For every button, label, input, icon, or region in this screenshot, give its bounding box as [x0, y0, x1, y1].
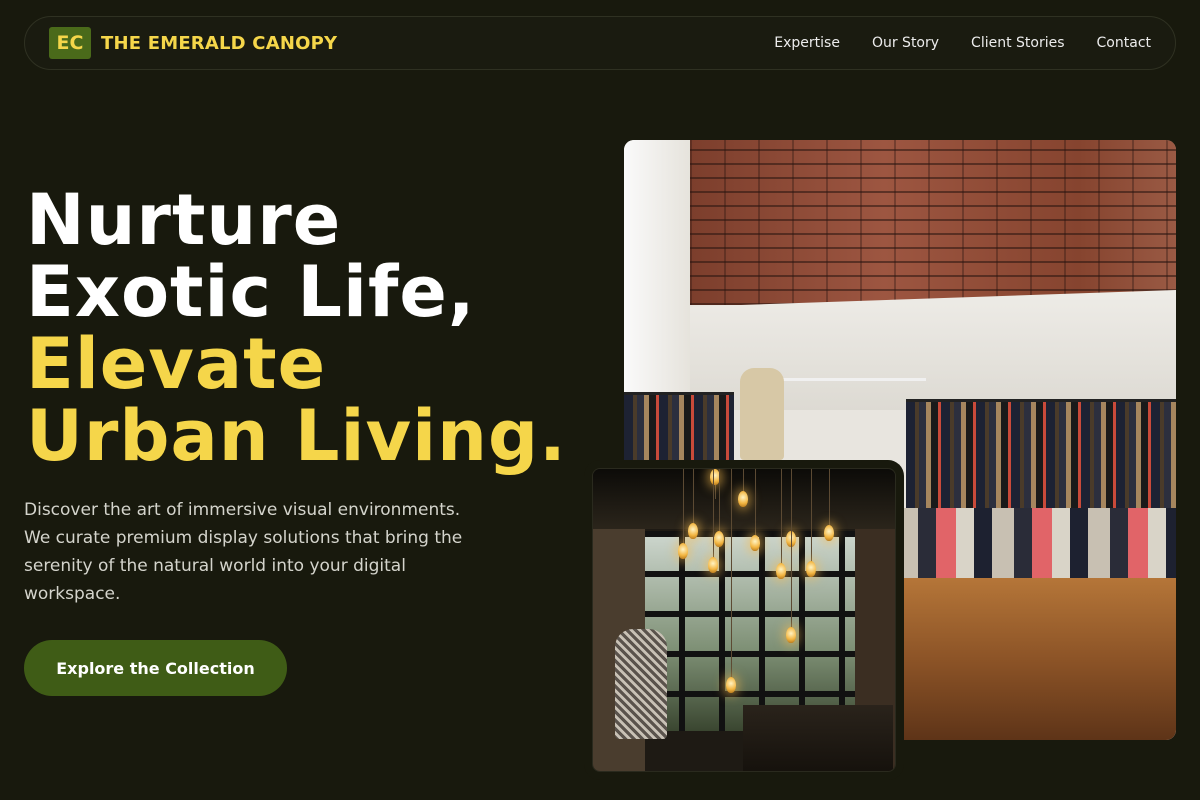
bulb-icon [786, 627, 796, 643]
nav-link-client-stories[interactable]: Client Stories [971, 35, 1064, 51]
explore-collection-button[interactable]: Explore the Collection [24, 640, 287, 696]
cord [683, 469, 684, 545]
logo-mark: EC [49, 27, 91, 59]
nav-link-expertise[interactable]: Expertise [774, 35, 840, 51]
top-nav: EC THE EMERALD CANOPY Expertise Our Stor… [24, 16, 1176, 70]
nav-link-our-story[interactable]: Our Story [872, 35, 939, 51]
cord [755, 469, 756, 535]
cord [713, 469, 714, 559]
cord [731, 469, 732, 679]
display-table [896, 508, 1176, 578]
brick-wall [690, 140, 1176, 305]
brand-name: THE EMERALD CANOPY [101, 32, 338, 54]
headline-line-1: Nurture [26, 179, 342, 261]
headline-line-4: Urban Living. [26, 395, 567, 477]
pillar [624, 140, 690, 400]
bulb-icon [750, 535, 760, 551]
bulb-icon [806, 561, 816, 577]
cord [791, 469, 792, 629]
headline-line-2: Exotic Life, [26, 251, 476, 333]
bulb-icon [726, 677, 736, 693]
cord [719, 469, 720, 531]
nav-links: Expertise Our Story Client Stories Conta… [774, 35, 1151, 51]
cafe-lights-image [592, 468, 896, 772]
coat-display [615, 629, 667, 739]
cafe-tables [743, 705, 893, 771]
bulb-icon [776, 563, 786, 579]
bulb-icon [688, 523, 698, 539]
window [645, 531, 875, 731]
cord [829, 469, 830, 527]
mannequin [740, 368, 784, 460]
bulb-icon [714, 531, 724, 547]
hero-description: Discover the art of immersive visual env… [24, 500, 463, 604]
bulb-icon [824, 525, 834, 541]
cord [693, 469, 694, 525]
cord [781, 469, 782, 565]
hero-headline: Nurture Exotic Life, Elevate Urban Livin… [26, 184, 606, 472]
cord [743, 469, 744, 491]
bulb-icon [678, 543, 688, 559]
page: EC THE EMERALD CANOPY Expertise Our Stor… [0, 0, 1200, 800]
brand[interactable]: EC THE EMERALD CANOPY [49, 27, 337, 59]
shelf [780, 378, 926, 438]
bulb-icon [708, 557, 718, 573]
nav-link-contact[interactable]: Contact [1097, 35, 1151, 51]
headline-line-3: Elevate [26, 323, 327, 405]
cord [811, 469, 812, 563]
bulb-icon [738, 491, 748, 507]
